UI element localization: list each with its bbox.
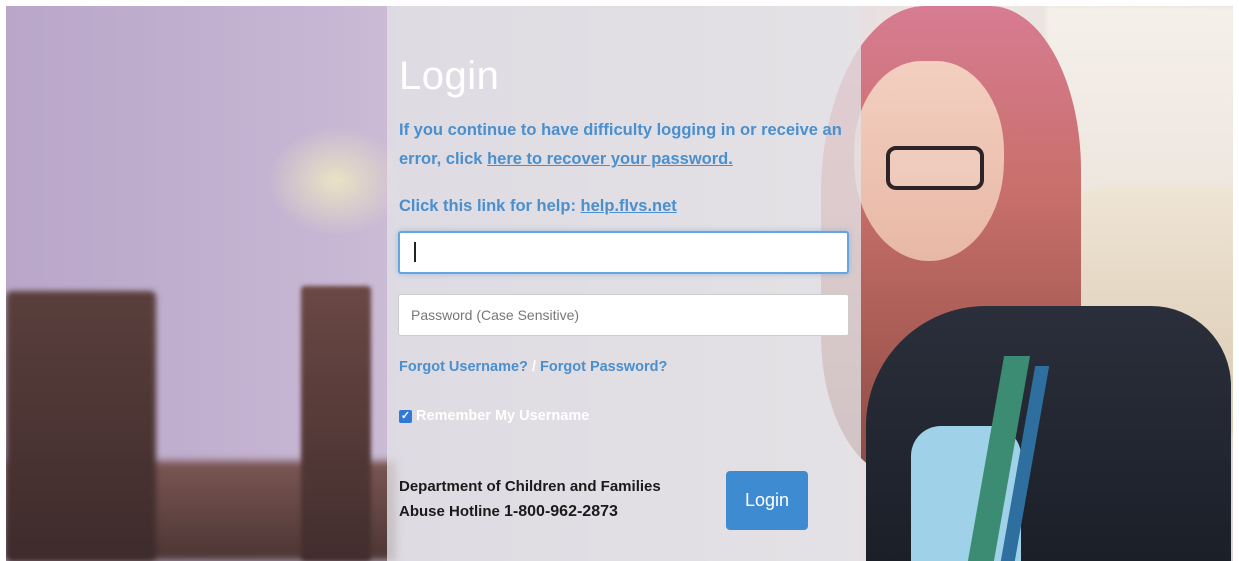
dcf-hotline: Department of Children and Families Abus… — [399, 474, 661, 524]
hotline-label: Abuse Hotline — [399, 503, 505, 520]
login-panel: Login If you continue to have difficulty… — [387, 6, 861, 561]
remember-username-label: Remember My Username — [416, 408, 590, 424]
forgot-username-link[interactable]: Forgot Username? — [399, 359, 528, 375]
background-lamp — [266, 126, 406, 236]
person-glasses — [886, 146, 984, 190]
background-chair — [6, 291, 156, 561]
dcf-line1: Department of Children and Families — [399, 478, 661, 495]
password-input[interactable] — [398, 294, 849, 336]
text-caret — [414, 242, 416, 262]
background-chair-post — [301, 286, 371, 561]
help-info-text: Click this link for help: — [399, 197, 581, 215]
check-icon[interactable]: ✓ — [399, 409, 412, 423]
recover-info: If you continue to have difficulty loggi… — [399, 116, 854, 174]
forgot-separator: / — [527, 359, 541, 375]
recover-password-link[interactable]: here to recover your password. — [487, 150, 733, 168]
hotline-number: 1-800-962-2873 — [504, 503, 618, 520]
login-button[interactable]: Login — [726, 471, 808, 530]
username-input[interactable] — [398, 231, 849, 274]
forgot-password-link[interactable]: Forgot Password? — [540, 359, 667, 375]
help-link[interactable]: help.flvs.net — [581, 197, 677, 215]
help-info: Click this link for help: help.flvs.net — [399, 194, 677, 218]
page-title: Login — [399, 54, 500, 98]
page-frame: Login If you continue to have difficulty… — [0, 0, 1239, 561]
forgot-links: Forgot Username? / Forgot Password? — [399, 359, 667, 375]
dcf-line2: Abuse Hotline 1-800-962-2873 — [399, 499, 661, 524]
remember-username[interactable]: ✓ Remember My Username — [399, 408, 589, 424]
